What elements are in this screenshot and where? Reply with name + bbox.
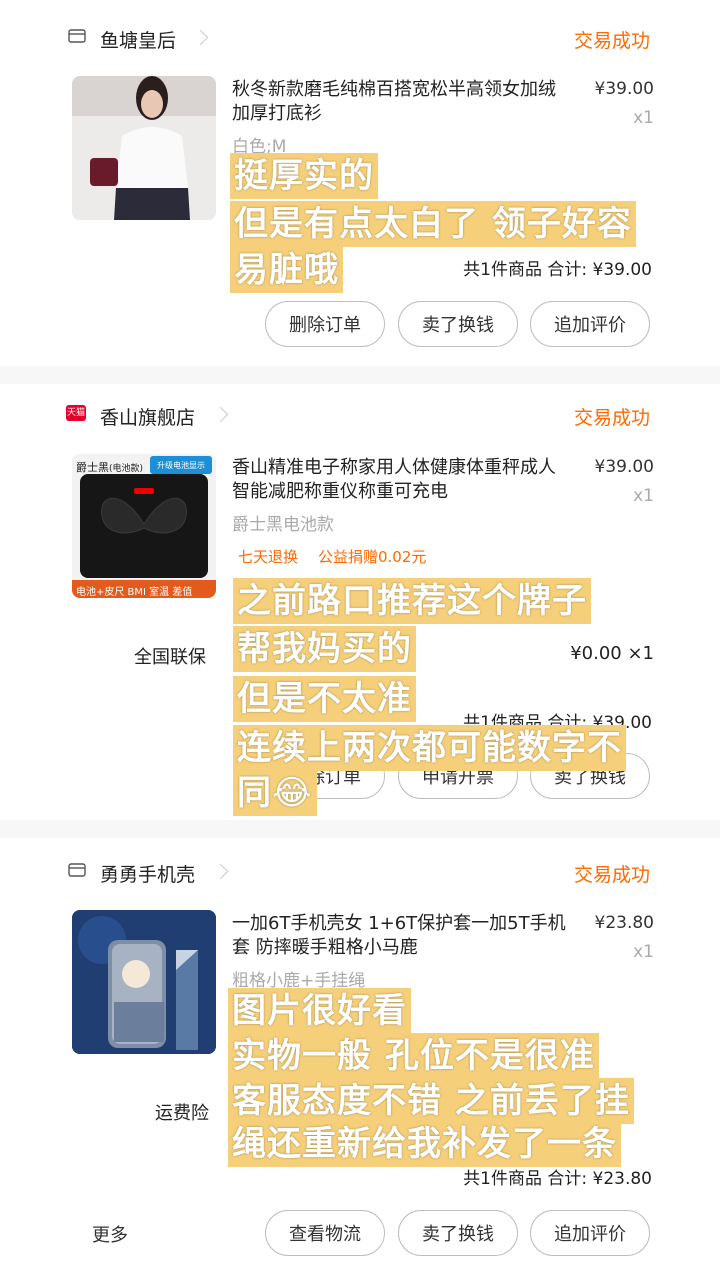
- tmall-badge-icon: 天猫: [66, 405, 86, 421]
- resell-button[interactable]: 卖了换钱: [398, 301, 518, 347]
- review-caption: 客服态度不错 之前丢了挂: [228, 1078, 634, 1124]
- order-status: 交易成功: [574, 864, 651, 886]
- order-status: 交易成功: [574, 30, 651, 52]
- review-caption: 易脏哦: [230, 247, 343, 293]
- chevron-right-icon[interactable]: [212, 406, 229, 423]
- shop-name[interactable]: 香山旗舰店: [100, 403, 195, 430]
- review-caption: 连续上两次都可能数字不: [233, 725, 626, 771]
- review-caption: 图片很好看: [228, 988, 411, 1034]
- product-sku: 爵士黑电池款: [232, 515, 334, 535]
- add-review-button[interactable]: 追加评价: [530, 301, 650, 347]
- product-thumbnail[interactable]: [72, 76, 216, 220]
- thumbnail-label: 爵士黑(电池款): [76, 461, 144, 474]
- order-summary: 共1件商品 合计: ¥39.00: [463, 260, 652, 280]
- review-caption: 绳还重新给我补发了一条: [228, 1121, 621, 1167]
- review-caption: 挺厚实的: [230, 153, 378, 199]
- review-caption: 但是有点太白了 领子好容: [230, 201, 636, 247]
- resell-button[interactable]: 卖了换钱: [398, 1210, 518, 1256]
- product-qty: x1: [633, 108, 654, 128]
- service-tag: 七天退换: [238, 548, 299, 566]
- thumbnail-label: 电池+皮尺 BMI 室温 差值: [76, 587, 193, 598]
- product-thumbnail[interactable]: [72, 910, 216, 1054]
- shipping-insurance-label: 运费险: [155, 1103, 209, 1124]
- more-link[interactable]: 更多: [92, 1221, 128, 1247]
- add-review-button[interactable]: 追加评价: [530, 1210, 650, 1256]
- review-caption: 实物一般 孔位不是很准: [228, 1033, 599, 1079]
- review-caption: 帮我妈买的: [233, 626, 416, 672]
- shop-name[interactable]: 勇勇手机壳: [100, 860, 195, 887]
- warranty-label: 全国联保: [134, 647, 206, 668]
- product-thumbnail[interactable]: 爵士黑(电池款) 升级电池显示 电池+皮尺 BMI 室温 差值: [72, 454, 216, 598]
- product-qty: x1: [633, 486, 654, 506]
- warranty-price: ¥0.00 ×1: [570, 643, 654, 664]
- product-qty: x1: [633, 942, 654, 962]
- chevron-right-icon[interactable]: [192, 29, 209, 46]
- product-title[interactable]: 秋冬新款磨毛纯棉百搭宽松半高领女加绒加厚打底衫: [232, 78, 572, 126]
- product-title[interactable]: 香山精准电子称家用人体健康体重秤成人智能减肥称重仪称重可充电: [232, 456, 572, 504]
- review-caption: 之前路口推荐这个牌子: [233, 578, 591, 624]
- shop-name[interactable]: 鱼塘皇后: [100, 26, 176, 53]
- thumbnail-label: 升级电池显示: [157, 461, 205, 470]
- chevron-right-icon[interactable]: [212, 863, 229, 880]
- store-icon: [68, 29, 86, 43]
- view-logistics-button[interactable]: 查看物流: [265, 1210, 385, 1256]
- product-title[interactable]: 一加6T手机壳女 1+6T保护套一加5T手机套 防摔暖手粗格小马鹿: [232, 912, 572, 960]
- section-divider: [0, 820, 720, 838]
- delete-order-button[interactable]: 删除订单: [265, 301, 385, 347]
- order-summary: 共1件商品 合计: ¥23.80: [463, 1169, 652, 1189]
- service-tag: 公益捐赠0.02元: [318, 548, 427, 566]
- store-icon: [68, 863, 86, 877]
- product-price: ¥39.00: [594, 457, 654, 477]
- product-price: ¥39.00: [594, 79, 654, 99]
- product-price: ¥23.80: [594, 913, 654, 933]
- order-status: 交易成功: [574, 407, 651, 429]
- review-caption: 同😂: [233, 770, 317, 816]
- review-caption: 但是不太准: [233, 676, 416, 722]
- section-divider: [0, 366, 720, 384]
